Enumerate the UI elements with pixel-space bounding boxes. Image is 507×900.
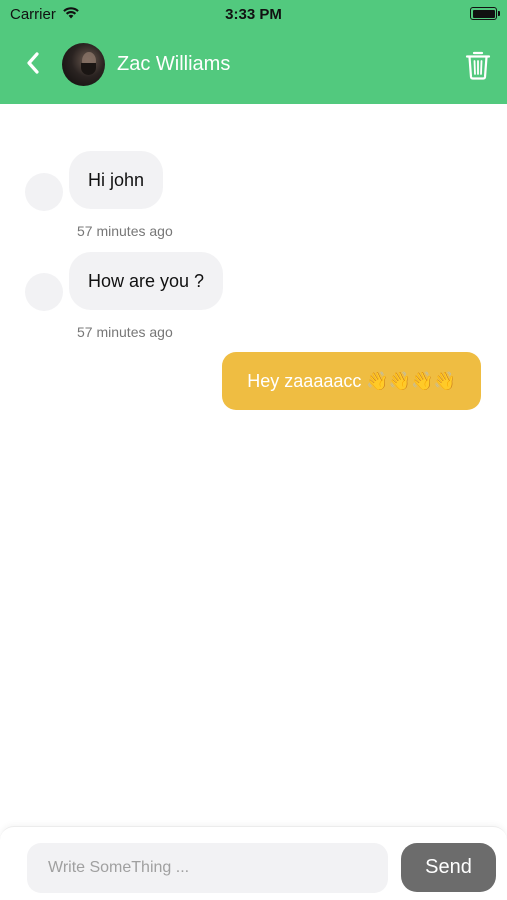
incoming-message-bubble[interactable]: How are you ?	[69, 252, 224, 310]
message-composer: Send	[0, 826, 507, 900]
delete-chat-button[interactable]	[465, 50, 491, 80]
message-input[interactable]	[27, 843, 388, 893]
sender-avatar	[25, 173, 63, 211]
avatar-beard	[81, 63, 96, 75]
back-button[interactable]	[18, 48, 48, 82]
trash-icon	[465, 51, 491, 84]
outgoing-message-bubble[interactable]: Hey zaaaaacc 👋👋👋👋	[222, 352, 481, 410]
send-button[interactable]: Send	[401, 843, 496, 892]
battery-icon	[470, 7, 500, 20]
message-timestamp: 57 minutes ago	[77, 223, 173, 239]
message-list[interactable]: Hi john 57 minutes ago How are you ? 57 …	[0, 104, 507, 824]
incoming-message-bubble[interactable]: Hi john	[69, 151, 164, 209]
contact-avatar[interactable]	[62, 43, 105, 86]
chevron-left-icon	[25, 51, 41, 80]
chat-header: Zac Williams	[0, 28, 507, 104]
status-time: 3:33 PM	[225, 6, 282, 23]
sender-avatar	[25, 273, 63, 311]
status-bar: Carrier 3:33 PM	[0, 0, 507, 28]
message-timestamp: 57 minutes ago	[77, 324, 173, 340]
contact-name[interactable]: Zac Williams	[117, 53, 230, 76]
